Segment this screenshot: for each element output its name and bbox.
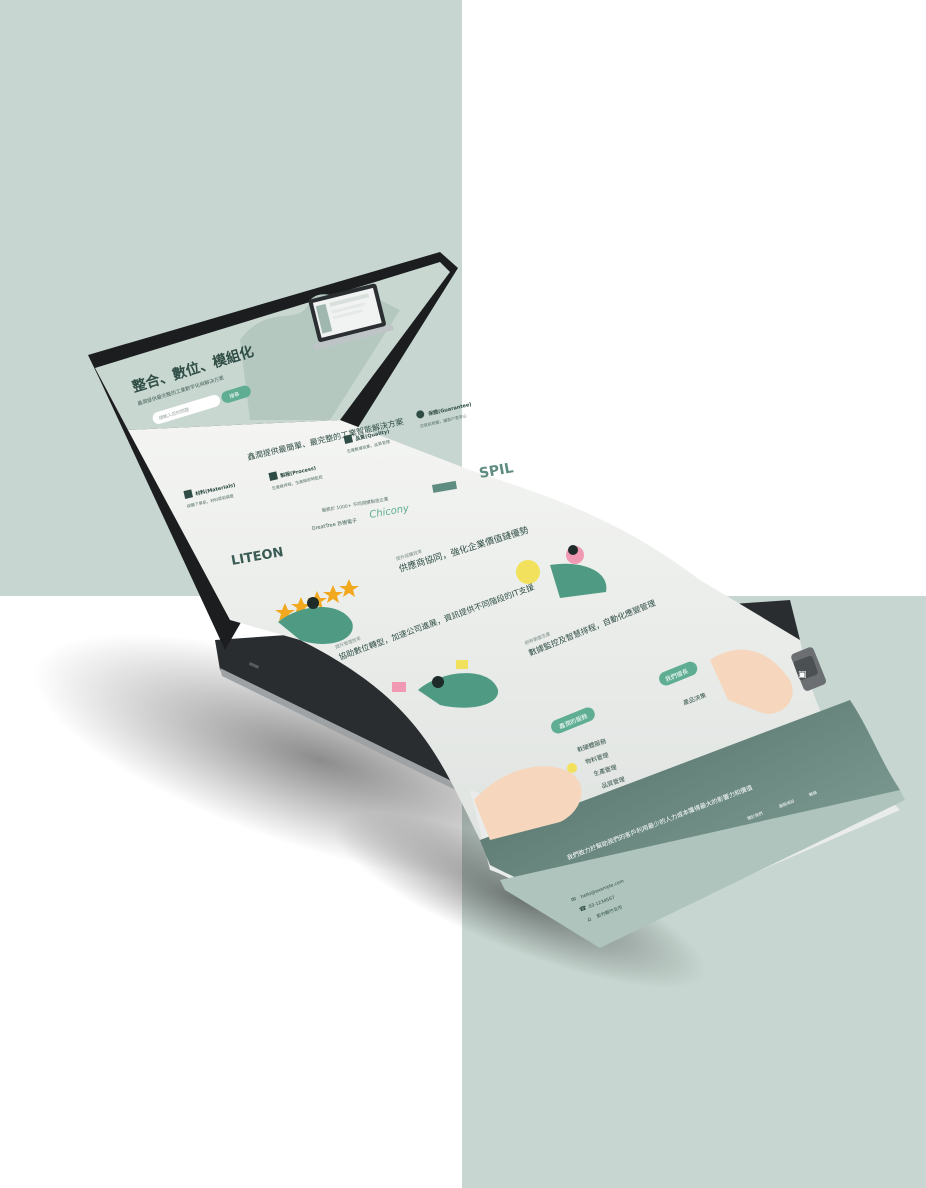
hand-ring (567, 763, 577, 773)
chat-icon: ▣ (798, 670, 807, 680)
feature-guarantee-desc: 交貨前檢驗，讓客戶更安心 (419, 412, 467, 429)
laptop-mockup-scene: 整合、數位、模組化 鑫潤提供最完整的工業數字化與解決方案 請輸入您的問題 搜尋 … (33, 252, 905, 989)
section2-figure-head (307, 597, 319, 609)
guarantee-icon (416, 410, 425, 419)
client-logo-spil: SPIL (478, 460, 515, 482)
